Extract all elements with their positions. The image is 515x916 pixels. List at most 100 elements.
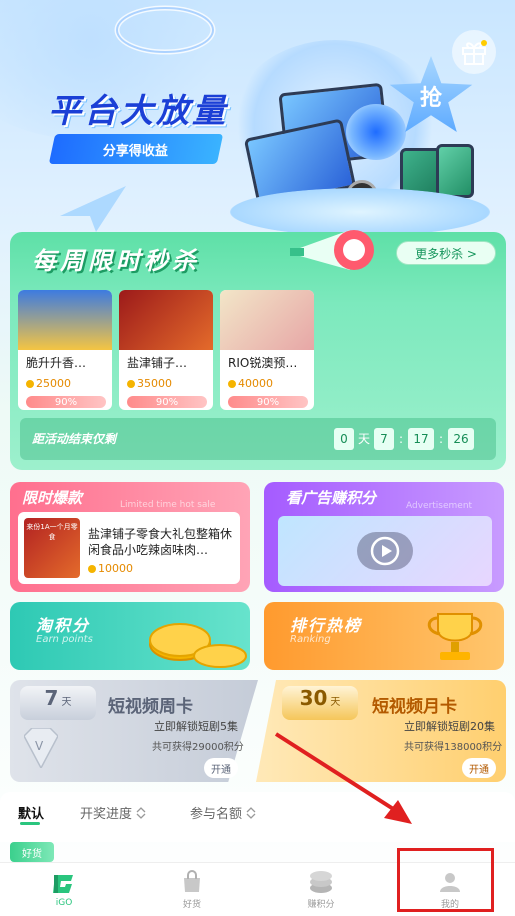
- trophy-icon: [427, 613, 483, 660]
- product-image: [220, 290, 314, 350]
- tab-participants-label: 参与名额: [190, 807, 243, 822]
- share-earn-label: 分享得收益: [103, 143, 169, 159]
- countdown-seconds: 26: [448, 428, 474, 450]
- nav-item-earn-points[interactable]: 赚积分: [257, 863, 385, 916]
- phone-image-2: [436, 144, 474, 198]
- countdown-hours: 7: [374, 428, 394, 450]
- hot-sale-price-value: 10000: [98, 562, 133, 575]
- weekly-days-badge: 7天: [20, 686, 96, 720]
- nav-item-goods[interactable]: 好货: [128, 863, 256, 916]
- goods-badge: 好货: [10, 842, 54, 862]
- share-earn-button[interactable]: 分享得收益: [48, 134, 224, 164]
- tab-active-underline: [20, 822, 40, 825]
- flash-sale-title: 每周限时秒杀: [32, 247, 200, 275]
- ranking-subtitle: Ranking: [290, 634, 331, 645]
- monthly-line2: 共可获得138000积分: [404, 742, 503, 753]
- weekly-line2: 共可获得29000积分: [152, 742, 244, 753]
- earn-points-tile[interactable]: 淘积分 Earn points: [10, 602, 250, 670]
- hero-title: 平台大放量: [48, 91, 228, 130]
- hero-banner[interactable]: 平台大放量 分享得收益 抢: [0, 0, 515, 240]
- monthly-days-badge: 30 天: [282, 686, 358, 720]
- product-price-value: 25000: [36, 377, 71, 390]
- watch-ad-subtitle: Advertisement: [406, 501, 473, 511]
- weekly-card-title: 短视频周卡: [108, 697, 193, 717]
- nav-label-goods: 好货: [182, 900, 201, 910]
- hot-sale-image-caption: 来份1A一个月零食: [26, 523, 78, 541]
- earn-points-subtitle: Earn points: [36, 634, 93, 645]
- product-name: RIO锐澳预…: [228, 356, 298, 370]
- product-price-value: 40000: [238, 377, 273, 390]
- sort-tab-bar: [0, 792, 515, 842]
- ranking-title: 排行热榜: [290, 616, 363, 635]
- weekly-unit: 天: [61, 697, 72, 708]
- svg-text:V: V: [35, 739, 44, 753]
- sort-icon: [136, 806, 146, 819]
- sort-icon: [246, 806, 256, 819]
- weekly-line1: 立即解锁短剧5集: [154, 720, 238, 733]
- bag-icon: [184, 870, 200, 892]
- product-progress: 90%: [127, 396, 207, 408]
- megaphone-icon: [290, 226, 380, 276]
- tab-participants[interactable]: 参与名额: [190, 803, 257, 822]
- tab-default-label: 默认: [18, 807, 45, 822]
- igo-logo-icon: [53, 874, 73, 893]
- nav-label-earn-points: 赚积分: [307, 900, 335, 910]
- coin-icon: [127, 379, 135, 388]
- countdown-separator: :: [438, 432, 444, 446]
- watch-ad-title: 看广告赚积分: [286, 489, 377, 507]
- product-name: 盐津铺子…: [127, 356, 188, 370]
- product-price: 40000: [228, 377, 314, 390]
- product-price: 35000: [127, 377, 213, 390]
- monthly-card-title: 短视频月卡: [372, 697, 457, 717]
- earn-points-title: 淘积分: [36, 616, 91, 635]
- gift-icon: [462, 40, 487, 65]
- more-flash-sale-button[interactable]: 更多秒杀 >: [396, 241, 496, 265]
- countdown-label: 距活动结束仅剩: [32, 432, 117, 446]
- product-card[interactable]: 盐津铺子… 35000 90%: [119, 290, 213, 410]
- coin-icon: [26, 379, 34, 388]
- hot-sale-product-name: 盐津铺子零食大礼包整箱休闲食品小吃辣卤味肉…: [88, 527, 233, 557]
- paper-plane-icon: [60, 186, 126, 232]
- play-button[interactable]: [357, 532, 413, 570]
- flower-image: [346, 104, 406, 160]
- nav-item-igo[interactable]: iGO: [0, 863, 128, 916]
- weekly-open-button[interactable]: 开通: [204, 758, 238, 778]
- countdown-day-unit: 天: [357, 432, 370, 446]
- diamond-v-icon: V: [24, 728, 58, 768]
- monthly-line1: 立即解锁短剧20集: [404, 720, 495, 733]
- play-icon: [370, 536, 400, 566]
- hot-sale-title: 限时爆款: [22, 489, 83, 507]
- product-progress: 90%: [228, 396, 308, 408]
- hot-sale-subtitle: Limited time hot sale: [120, 500, 216, 510]
- product-card[interactable]: 脆升升香… 25000 90%: [18, 290, 112, 410]
- coin-icon: [228, 379, 236, 388]
- countdown-days: 0: [334, 428, 354, 450]
- ribbon-decoration: [114, 5, 216, 55]
- product-card[interactable]: RIO锐澳预… 40000 90%: [220, 290, 314, 410]
- product-image: [119, 290, 213, 350]
- tab-default[interactable]: 默认: [18, 803, 44, 822]
- product-progress: 90%: [26, 396, 106, 408]
- monthly-days: 30: [299, 686, 328, 710]
- monthly-open-button[interactable]: 开通: [462, 758, 496, 778]
- gift-button[interactable]: [452, 30, 496, 74]
- hot-sale-product-price: 10000: [88, 562, 133, 575]
- annotation-highlight-box: [397, 848, 494, 912]
- product-image: [18, 290, 112, 350]
- tab-draw-progress-label: 开奖进度: [80, 807, 133, 822]
- gold-coins-icon: [149, 623, 247, 668]
- product-name: 脆升升香…: [26, 356, 87, 370]
- coin-icon: [88, 564, 96, 573]
- ranking-tile[interactable]: 排行热榜 Ranking: [264, 602, 504, 670]
- hot-sale-product-image: 来份1A一个月零食: [24, 518, 80, 578]
- countdown-timer: 0 天 7 : 17 : 26: [334, 428, 474, 450]
- tab-draw-progress[interactable]: 开奖进度: [80, 803, 147, 822]
- coin-stack-icon: [310, 871, 332, 893]
- nav-label-igo: iGO: [55, 897, 73, 908]
- product-price: 25000: [26, 377, 112, 390]
- product-price-value: 35000: [137, 377, 172, 390]
- weekly-days: 7: [44, 686, 59, 710]
- countdown-minutes: 17: [408, 428, 434, 450]
- countdown-separator: :: [398, 432, 404, 446]
- grab-star-label: 抢: [419, 86, 442, 111]
